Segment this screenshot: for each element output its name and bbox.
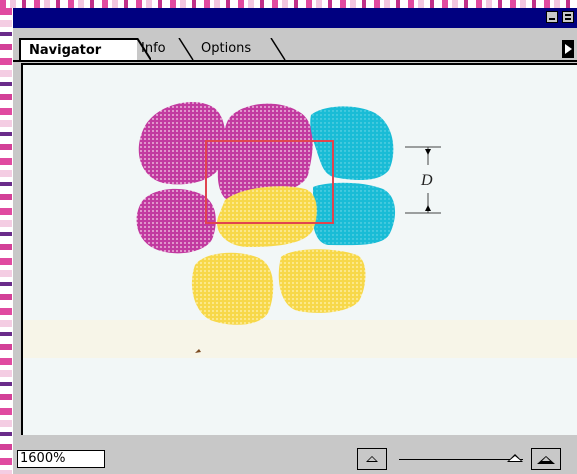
desktop-pattern-left: [0, 8, 12, 474]
magenta-shape-top-left: [138, 101, 226, 185]
tab-navigator[interactable]: Navigator: [19, 38, 137, 60]
minimize-icon[interactable]: [546, 11, 558, 23]
zoom-slider-track[interactable]: [399, 459, 523, 460]
palette-title-bar[interactable]: [13, 8, 577, 28]
dimension-label: D: [420, 172, 433, 189]
status-bar: 1600%: [13, 446, 577, 474]
preview-thumbnail: D: [136, 101, 441, 353]
tab-baseline: [13, 60, 577, 62]
navigator-preview[interactable]: D: [21, 63, 577, 435]
navigator-palette: Navigator Info Options D 1600%: [12, 8, 577, 474]
zoom-slider-thumb[interactable]: [507, 454, 523, 462]
cyan-shape-bottom: [312, 182, 396, 246]
tab-strip: Navigator Info Options: [13, 28, 577, 62]
zoom-out-button[interactable]: [357, 448, 387, 470]
tab-label: Options: [201, 41, 252, 56]
tab-label: Info: [141, 41, 166, 56]
close-icon[interactable]: [562, 11, 574, 23]
preview-speck: [195, 349, 201, 353]
tab-label: Navigator: [29, 43, 102, 58]
desktop-pattern-top: [0, 0, 577, 8]
palette-menu-arrow-icon[interactable]: [562, 40, 574, 58]
zoom-in-button[interactable]: [531, 448, 561, 470]
cyan-shape-top: [310, 106, 394, 181]
yellow-shape-bottom-right: [278, 249, 366, 313]
zoom-out-mountain-icon: [366, 456, 378, 462]
zoom-input[interactable]: 1600%: [17, 450, 105, 468]
tab-divider: [270, 38, 286, 61]
magenta-shape-left: [136, 188, 216, 254]
zoom-in-mountain-icon: [537, 456, 555, 464]
yellow-shape-bottom-left: [191, 252, 274, 325]
